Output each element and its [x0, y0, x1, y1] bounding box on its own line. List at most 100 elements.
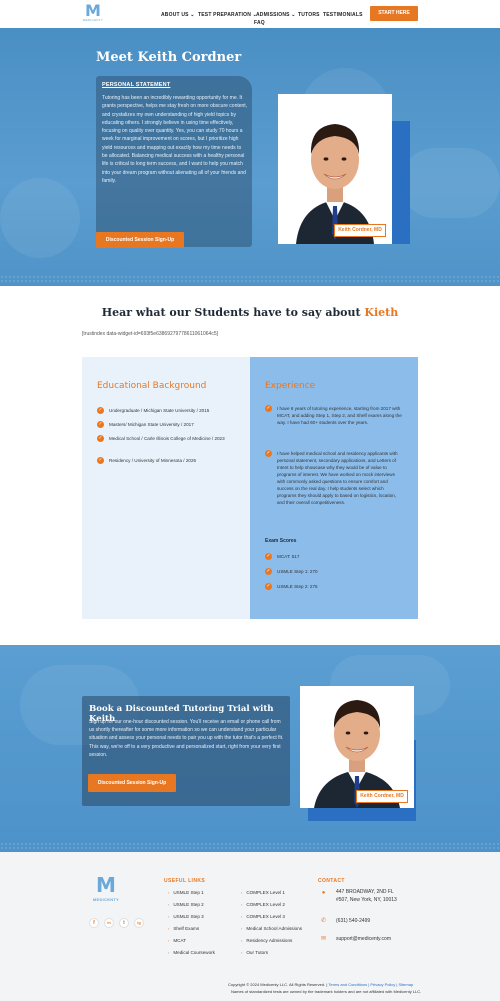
education-item: Undergraduate / Michigan State Universit…: [109, 408, 210, 413]
tutor-photo: Keith Cordner, MD: [300, 686, 414, 808]
experience-heading: Experience: [265, 381, 316, 391]
tutor-name-tag: Keith Cordner, MD: [356, 790, 408, 803]
footer-link-label: Our Tutors: [246, 950, 269, 955]
footer-link-medical-coursework[interactable]: › Medical Coursework: [168, 950, 215, 955]
footer-link-usmle-step-3[interactable]: › USMLE Step 3: [168, 914, 204, 919]
nav-admissions[interactable]: ADMISSIONS ⌄: [256, 12, 296, 18]
footer-link-mcat[interactable]: › MCAT: [168, 938, 186, 943]
experience-panel: Experience ✓ I have 6 years of tutoring …: [250, 357, 418, 619]
copyright-label: Copyright © 2024 Medicenty LLC. All Righ…: [228, 982, 329, 987]
check-icon: ✓: [97, 457, 104, 464]
chevron-right-icon: ›: [241, 914, 243, 919]
footer-link-usmle-step-2[interactable]: › USMLE Step 2: [168, 902, 204, 907]
trademark-disclaimer: Names of standardized tests are owned by…: [231, 989, 422, 994]
book-trial-section: Book a Discounted Tutoring Trial with Ke…: [0, 645, 500, 852]
logo-mark: M: [85, 1, 101, 20]
check-icon: ✓: [265, 450, 272, 457]
experience-item: I have helped medical school and residen…: [277, 451, 398, 505]
book-trial-card: Book a Discounted Tutoring Trial with Ke…: [82, 696, 290, 806]
linkedin-icon[interactable]: in: [104, 918, 114, 928]
twitter-icon[interactable]: t: [119, 918, 129, 928]
exam-scores-heading: Exam Scores: [265, 538, 297, 544]
footer-logo[interactable]: M MEDICENTY: [88, 873, 124, 904]
check-icon: ✓: [97, 435, 104, 442]
nav-about-us[interactable]: ABOUT US ⌄: [161, 12, 195, 18]
footer-link-complex-level-2[interactable]: › COMPLEX Level 2: [241, 902, 285, 907]
background-decoration: [400, 148, 500, 218]
check-icon: ✓: [265, 553, 272, 560]
discounted-session-button[interactable]: Discounted Session Sign-Up: [88, 774, 176, 792]
nav-faq[interactable]: FAQ: [254, 20, 265, 26]
page-title: Meet Keith Cordner: [96, 50, 242, 65]
address-line-2: #507, New York, NY, 10013: [336, 897, 397, 903]
start-here-button[interactable]: START HERE: [370, 6, 418, 21]
chevron-right-icon: ›: [241, 938, 243, 943]
footer-link-our-tutors[interactable]: › Our Tutors: [241, 950, 268, 955]
testimonials-heading: Hear what our Students have to say about…: [0, 306, 500, 319]
phone-number[interactable]: (631) 540-2499: [336, 918, 370, 926]
nav-testimonials[interactable]: TESTIMONIALS: [323, 12, 363, 18]
footer-link-residency-admissions[interactable]: › Residency Admissions: [241, 938, 292, 943]
check-icon: ✓: [265, 583, 272, 590]
footer-link-label: COMPLEX Level 2: [246, 902, 285, 907]
logo-mark: M: [96, 873, 116, 897]
background-decoration: [0, 178, 80, 258]
experience-item: I have 6 years of tutoring experience, s…: [277, 406, 402, 425]
nav-tutors[interactable]: TUTORS: [298, 12, 320, 18]
discounted-session-button[interactable]: Discounted Session Sign-Up: [96, 232, 184, 248]
chevron-right-icon: ›: [168, 938, 170, 943]
footer-link-label: Shelf Exams: [173, 926, 200, 931]
email-icon: ✉: [320, 936, 327, 942]
footer-link-label: USMLE Step 3: [173, 914, 204, 919]
phone-icon: ✆: [320, 918, 327, 924]
dotted-divider: [0, 275, 500, 283]
education-item: Residency / University of Minnesota / 20…: [109, 458, 197, 463]
check-icon: ✓: [265, 405, 272, 412]
copyright-text: Copyright © 2024 Medicenty LLC. All Righ…: [228, 982, 413, 987]
footer-link-label: MCAT: [173, 938, 187, 943]
address-line-1: 447 BROADWAY, 2ND FL: [336, 889, 394, 895]
chevron-right-icon: ›: [241, 950, 243, 955]
check-icon: ✓: [265, 568, 272, 575]
testimonials-heading-name: Kieth: [364, 306, 399, 319]
footer-link-medical-school-admissions[interactable]: › Medical School Admissions: [241, 926, 302, 931]
nav-test-preparation[interactable]: TEST PREPARATION ⌄: [198, 12, 257, 18]
footer-link-label: COMPLEX Level 1: [246, 890, 285, 895]
exam-score-item: USMLE Step 1: 270: [277, 569, 318, 574]
footer-link-label: USMLE Step 2: [173, 902, 204, 907]
footer-link-label: Medical School Admissions: [246, 926, 303, 931]
dotted-divider: [0, 842, 500, 850]
footer-link-label: Residency Admissions: [246, 938, 293, 943]
chevron-right-icon: ›: [168, 902, 170, 907]
logo-text: MEDICENTY: [82, 18, 104, 22]
exam-score-item: MCAT: 517: [277, 554, 300, 559]
footer-link-shelf-exams[interactable]: › Shelf Exams: [168, 926, 199, 931]
chevron-right-icon: ›: [168, 950, 170, 955]
exam-score-item: USMLE Step 2: 275: [277, 584, 318, 589]
check-icon: ✓: [97, 421, 104, 428]
educational-background-panel: Educational Background ✓ Undergraduate /…: [82, 357, 250, 619]
logo-text: MEDICENTY: [92, 897, 120, 902]
footer: M MEDICENTY f in t ig USEFUL LINKS › USML…: [0, 852, 500, 1001]
instagram-icon[interactable]: ig: [134, 918, 144, 928]
footer-link-usmle-step-1[interactable]: › USMLE Step 1: [168, 890, 204, 895]
trustindex-widget-code: [trustindex data-widget-id=693f5e6386927…: [82, 331, 218, 337]
footer-link-complex-level-3[interactable]: › COMPLEX Level 3: [241, 914, 285, 919]
tutor-portrait-image: [278, 94, 392, 244]
chevron-right-icon: ›: [241, 890, 243, 895]
personal-statement-card: PERSONAL STATEMENT Tutoring has been an …: [96, 76, 252, 247]
education-item: Masters/ Michigan State University / 201…: [109, 422, 194, 427]
check-icon: ✓: [97, 407, 104, 414]
facebook-icon[interactable]: f: [89, 918, 99, 928]
educational-background-heading: Educational Background: [97, 381, 207, 391]
hero-section: Meet Keith Cordner PERSONAL STATEMENT Tu…: [0, 28, 500, 286]
personal-statement-text: Tutoring has been an incredibly rewardin…: [102, 95, 248, 184]
email-address[interactable]: support@medicenty.com: [336, 936, 391, 944]
testimonials-heading-prefix: Hear what our Students have to say about: [101, 306, 365, 319]
chevron-right-icon: ›: [168, 926, 170, 931]
top-navigation: M MEDICENTY ABOUT US ⌄ TEST PREPARATION …: [0, 0, 500, 28]
logo[interactable]: M MEDICENTY: [82, 1, 104, 24]
footer-link-complex-level-1[interactable]: › COMPLEX Level 1: [241, 890, 285, 895]
chevron-right-icon: ›: [168, 890, 170, 895]
legal-links[interactable]: Terms and Conditions | Privacy Policy | …: [328, 982, 413, 987]
